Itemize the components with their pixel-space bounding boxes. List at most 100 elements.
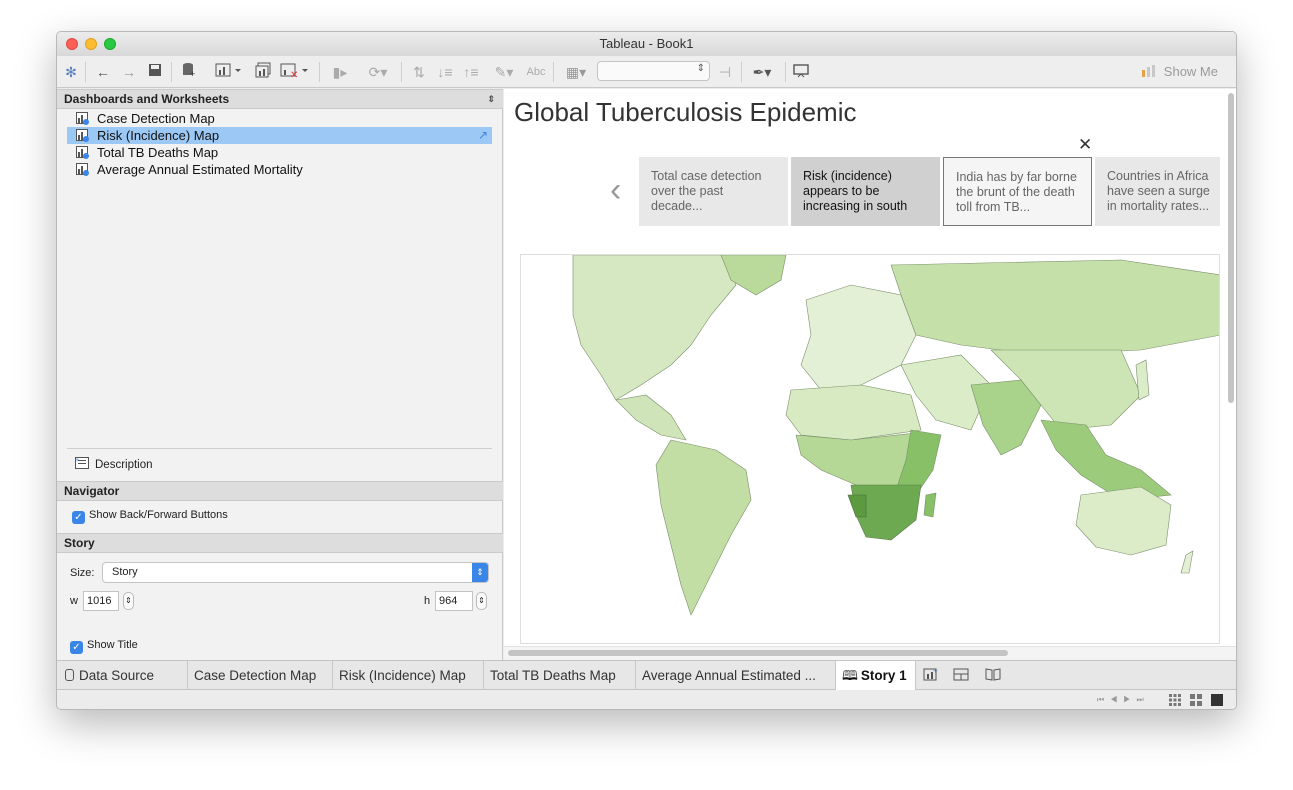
show-labels-button[interactable]: Abc <box>523 62 549 82</box>
checkmark-icon: ✓ <box>70 641 83 654</box>
panel-menu-icon[interactable]: ⇕ <box>487 90 495 109</box>
sheet-item-total-tb-deaths-map[interactable]: Total TB Deaths Map <box>67 144 492 161</box>
fit-dropdown[interactable]: ⇕ <box>597 61 710 81</box>
fit-view-icon[interactable]: ▦▾ <box>559 62 593 82</box>
sheet-label: Risk (Incidence) Map <box>97 128 220 143</box>
tableau-logo-icon[interactable]: ✻ <box>61 62 81 82</box>
new-worksheet-tab-icon[interactable]: + <box>921 666 941 686</box>
duplicate-sheet-icon[interactable] <box>253 62 273 82</box>
europe-region <box>800 284 917 391</box>
tab-total-tb-deaths-map[interactable]: Total TB Deaths Map <box>484 661 636 690</box>
height-label: h <box>424 595 431 607</box>
story-header: Story <box>57 533 503 553</box>
sheet-item-average-annual-mortality[interactable]: Average Annual Estimated Mortality <box>67 161 492 178</box>
forward-arrow-icon[interactable]: → <box>119 62 139 82</box>
sort-descending-icon[interactable]: ↑≡ <box>461 62 481 82</box>
zoom-window-button[interactable] <box>104 38 116 50</box>
width-stepper[interactable]: ⇕ <box>123 592 134 610</box>
tab-risk-incidence-map[interactable]: Risk (Incidence) Map <box>333 661 484 690</box>
story-point-1[interactable]: Total case detection over the past decad… <box>639 157 788 226</box>
worksheet-icon <box>76 112 89 125</box>
back-arrow-icon[interactable]: ← <box>93 62 113 82</box>
tab-story-1[interactable]: 🕮 Story 1 <box>836 661 916 690</box>
swap-rows-columns-icon[interactable]: ⇅ <box>409 62 429 82</box>
world-map[interactable] <box>520 254 1220 644</box>
format-pen-icon[interactable]: ✒▾ <box>747 62 777 82</box>
new-data-source-icon[interactable]: + <box>179 62 199 82</box>
story-point-4[interactable]: Countries in Africa have seen a surge in… <box>1095 157 1220 226</box>
width-input[interactable]: 1016 <box>83 591 119 611</box>
go-to-sheet-icon[interactable]: ↗ <box>478 127 488 144</box>
show-me-bars-icon <box>1142 65 1156 77</box>
story-canvas: Global Tuberculosis Epidemic ✕ ‹ Total c… <box>504 89 1236 660</box>
highlight-icon[interactable]: ✎▾ <box>487 62 521 82</box>
show-me-label: Show Me <box>1163 64 1218 79</box>
database-icon <box>65 669 74 681</box>
tab-average-annual-mortality[interactable]: Average Annual Estimated ... <box>636 661 836 690</box>
sheet-label: Average Annual Estimated Mortality <box>97 162 303 177</box>
tab-data-source[interactable]: Data Source <box>57 661 188 690</box>
incidence-map-svg <box>572 255 1219 616</box>
new-worksheet-icon[interactable] <box>213 62 243 82</box>
north-africa-region <box>785 384 922 441</box>
close-story-point-icon[interactable]: ✕ <box>1078 135 1092 155</box>
tableau-window: Tableau - Book1 ✻ ← → + ✕ ▮▸ ⟳▾ ⇅ ↓≡ ↑≡ … <box>56 31 1237 710</box>
window-title: Tableau - Book1 <box>599 36 694 51</box>
russia-region <box>890 259 1219 356</box>
description-item[interactable]: + Description <box>75 457 153 471</box>
refresh-icon[interactable]: ⟳▾ <box>363 62 393 82</box>
story-point-2[interactable]: Risk (incidence) appears to be increasin… <box>791 157 940 226</box>
clear-sheet-icon[interactable]: ✕ <box>279 62 309 82</box>
chevron-left-icon[interactable]: ‹ <box>610 171 621 210</box>
description-label: Description <box>95 459 153 471</box>
vertical-scrollbar[interactable] <box>1228 93 1234 403</box>
sheet-navigation-icons[interactable]: ⏮◀▶⏭ <box>1097 695 1150 705</box>
close-window-button[interactable] <box>66 38 78 50</box>
story-point-3[interactable]: India has by far borne the brunt of the … <box>943 157 1092 226</box>
horizontal-scroll-track[interactable] <box>504 646 1236 660</box>
namibia-region <box>847 494 867 518</box>
size-dropdown[interactable]: Story ⇕ <box>102 562 489 583</box>
title-bar: Tableau - Book1 <box>57 32 1236 56</box>
story-tab-label: Story 1 <box>860 668 907 683</box>
sheet-item-risk-incidence-map[interactable]: Risk (Incidence) Map ↗ <box>67 127 492 144</box>
svg-text:+: + <box>190 69 195 78</box>
horizontal-scrollbar[interactable] <box>508 650 1008 656</box>
show-back-forward-checkbox[interactable]: ✓ Show Back/Forward Buttons <box>72 509 228 524</box>
central-america-region <box>615 394 687 441</box>
story-point-text: Total case detection over the past decad… <box>651 169 762 213</box>
sheet-item-case-detection-map[interactable]: Case Detection Map <box>67 110 492 127</box>
new-story-tab-icon[interactable] <box>983 666 1003 686</box>
svg-text:✕: ✕ <box>290 70 298 78</box>
new-dashboard-tab-icon[interactable] <box>951 666 971 686</box>
story-point-text: Countries in Africa have seen a surge in… <box>1107 169 1210 213</box>
checkmark-icon: ✓ <box>72 511 85 524</box>
height-stepper[interactable]: ⇕ <box>476 592 487 610</box>
tab-case-detection-map[interactable]: Case Detection Map <box>188 661 333 690</box>
story-point-text: Risk (incidence) appears to be increasin… <box>803 169 908 213</box>
story-side-panel: Dashboards and Worksheets ⇕ Case Detecti… <box>57 89 503 660</box>
svg-text:+: + <box>933 667 938 675</box>
sheet-sorter-icon[interactable] <box>1190 694 1202 706</box>
filmstrip-view-icon[interactable] <box>1169 694 1181 706</box>
dropdown-arrow-icon: ⇕ <box>472 563 488 582</box>
pin-icon[interactable]: ⊣ <box>715 62 735 82</box>
show-title-checkbox[interactable]: ✓ Show Title <box>70 639 138 654</box>
tabs-view-icon[interactable] <box>1211 694 1223 706</box>
story-title: Global Tuberculosis Epidemic <box>514 97 857 127</box>
run-update-icon[interactable]: ▮▸ <box>325 62 355 82</box>
show-me-button[interactable]: Show Me <box>1142 64 1218 79</box>
sheet-label: Total TB Deaths Map <box>97 145 219 160</box>
dashboards-worksheets-title: Dashboards and Worksheets <box>64 92 230 106</box>
size-label: Size: <box>70 567 95 579</box>
sort-ascending-icon[interactable]: ↓≡ <box>435 62 455 82</box>
save-icon[interactable] <box>145 62 165 82</box>
show-back-forward-label: Show Back/Forward Buttons <box>89 509 228 521</box>
sheet-tabs-bar: Data Source Case Detection Map Risk (Inc… <box>57 660 1236 690</box>
story-book-icon: 🕮 <box>842 668 858 683</box>
minimize-window-button[interactable] <box>85 38 97 50</box>
height-input[interactable]: 964 <box>435 591 473 611</box>
navigator-header: Navigator <box>57 481 503 501</box>
presentation-mode-icon[interactable] <box>791 62 811 82</box>
status-bar: ⏮◀▶⏭ <box>57 691 1236 709</box>
